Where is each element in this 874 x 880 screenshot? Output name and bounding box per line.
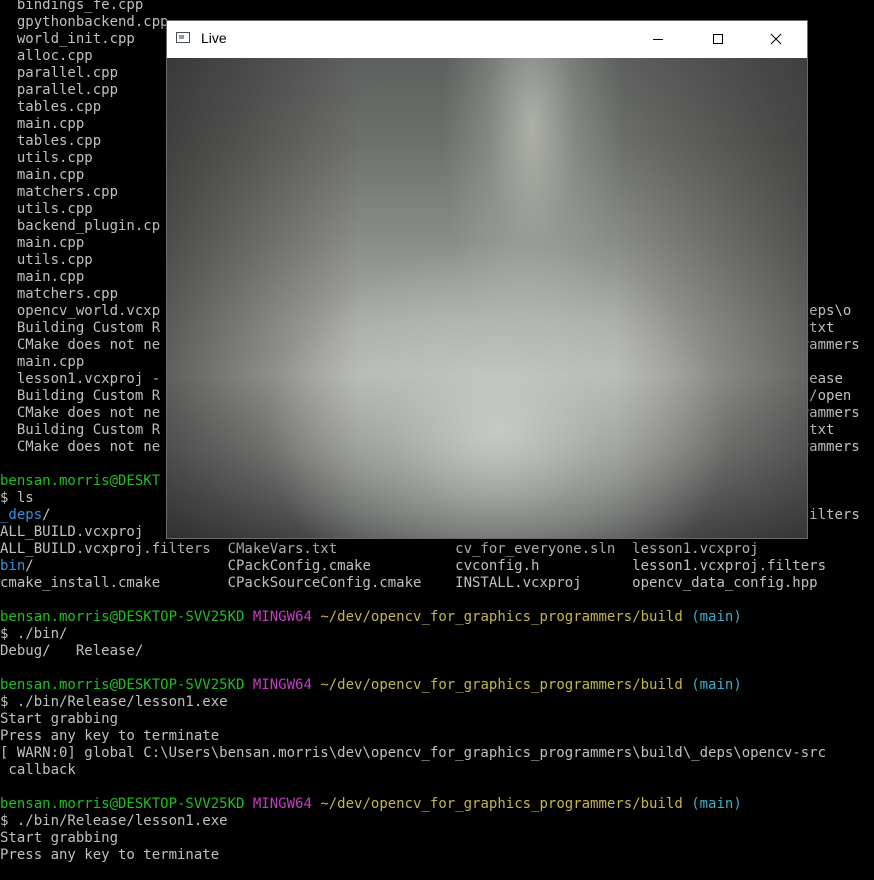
- terminal-line: $ ./bin/Release/lesson1.exe: [0, 813, 228, 829]
- terminal-line: alloc.cpp: [0, 48, 93, 64]
- terminal-segment: MINGW64: [252, 677, 312, 693]
- app-window-icon: [176, 32, 190, 43]
- terminal-line: world_init.cpp: [0, 31, 135, 47]
- terminal-line: bin/ CPackConfig.cmake cvconfig.h lesson…: [0, 558, 826, 575]
- terminal-line: main.cpp: [0, 354, 85, 370]
- terminal-line: matchers.cpp: [0, 184, 119, 200]
- terminal-segment: (main): [691, 609, 742, 625]
- terminal-segment: / CPackConfig.cmake cvconfig.h lesson1.v…: [25, 558, 827, 574]
- close-button[interactable]: [753, 21, 799, 58]
- terminal-line: parallel.cpp: [0, 65, 119, 81]
- terminal-line: main.cpp: [0, 269, 85, 285]
- terminal-line: gpythonbackend.cpp: [0, 14, 169, 30]
- terminal-line: bindings_fe.cpp: [0, 0, 144, 13]
- maximize-icon: [713, 34, 723, 44]
- terminal-segment: bensan.morris@DESKTOP-SVV25KD: [0, 796, 245, 812]
- terminal-line: tables.cpp: [0, 99, 102, 115]
- terminal-segment: [244, 609, 252, 625]
- terminal-line: main.cpp: [0, 167, 85, 183]
- terminal-line: main.cpp: [0, 235, 85, 251]
- terminal-segment: (main): [691, 677, 742, 693]
- terminal-line: Press any key to terminate: [0, 847, 220, 863]
- terminal-segment: ~/dev/opencv_for_graphics_programmers/bu…: [320, 677, 683, 693]
- terminal-segment: [244, 796, 252, 812]
- terminal-segment: MINGW64: [252, 609, 312, 625]
- terminal-line: Start grabbing: [0, 830, 119, 846]
- terminal-line: [ WARN:0] global C:\Users\bensan.morris\…: [0, 745, 827, 761]
- terminal-line: bensan.morris@DESKTOP-SVV25KD MINGW64 ~/…: [0, 609, 742, 626]
- terminal-line: utils.cpp: [0, 201, 93, 217]
- terminal-segment: MINGW64: [252, 796, 312, 812]
- terminal-line: callback: [0, 762, 76, 778]
- terminal-line: Press any key to terminate: [0, 728, 220, 744]
- terminal-line: Debug/ Release/: [0, 643, 144, 659]
- terminal-segment: bensan.morris@DESKT: [0, 473, 161, 489]
- terminal-segment: [683, 609, 691, 625]
- terminal-line: utils.cpp: [0, 150, 93, 166]
- terminal-segment: ~/dev/opencv_for_graphics_programmers/bu…: [320, 609, 683, 625]
- terminal-line: ALL_BUILD.vcxproj: [0, 524, 144, 540]
- terminal-line: tables.cpp: [0, 133, 102, 149]
- terminal-segment: (main): [691, 796, 742, 812]
- window-titlebar[interactable]: Live: [167, 21, 807, 58]
- terminal-line: ALL_BUILD.vcxproj.filters CMakeVars.txt …: [0, 541, 759, 557]
- terminal-line: utils.cpp: [0, 252, 93, 268]
- terminal-segment: _deps: [0, 507, 43, 523]
- terminal-line: $ ./bin/: [0, 626, 68, 642]
- minimize-icon: [653, 39, 663, 40]
- close-icon: [770, 33, 782, 45]
- webcam-frame: [167, 58, 807, 538]
- window-title: Live: [201, 30, 227, 46]
- terminal-segment: bensan.morris@DESKTOP-SVV25KD: [0, 677, 245, 693]
- terminal-segment: [683, 677, 691, 693]
- terminal-line: main.cpp: [0, 116, 85, 132]
- live-window[interactable]: Live: [167, 21, 807, 538]
- terminal-segment: [244, 677, 252, 693]
- terminal-line: bensan.morris@DESKTOP-SVV25KD MINGW64 ~/…: [0, 796, 742, 813]
- terminal-segment: bensan.morris@DESKTOP-SVV25KD: [0, 609, 245, 625]
- terminal-segment: bin: [0, 558, 26, 574]
- terminal-segment: [683, 796, 691, 812]
- terminal-line: $ ./bin/Release/lesson1.exe: [0, 694, 228, 710]
- terminal-line: backend_plugin.cp: [0, 218, 161, 234]
- terminal-line: bensan.morris@DESKTOP-SVV25KD MINGW64 ~/…: [0, 677, 742, 694]
- terminal-line: bensan.morris@DESKT: [0, 473, 160, 490]
- terminal-segment: ~/dev/opencv_for_graphics_programmers/bu…: [320, 796, 683, 812]
- terminal-line: parallel.cpp: [0, 82, 119, 98]
- terminal-line: Start grabbing: [0, 711, 119, 727]
- terminal-line: $ ls: [0, 490, 34, 506]
- minimize-button[interactable]: [635, 21, 681, 58]
- terminal-line: matchers.cpp: [0, 286, 119, 302]
- maximize-button[interactable]: [695, 21, 741, 58]
- terminal-line: cmake_install.cmake CPackSourceConfig.cm…: [0, 575, 818, 591]
